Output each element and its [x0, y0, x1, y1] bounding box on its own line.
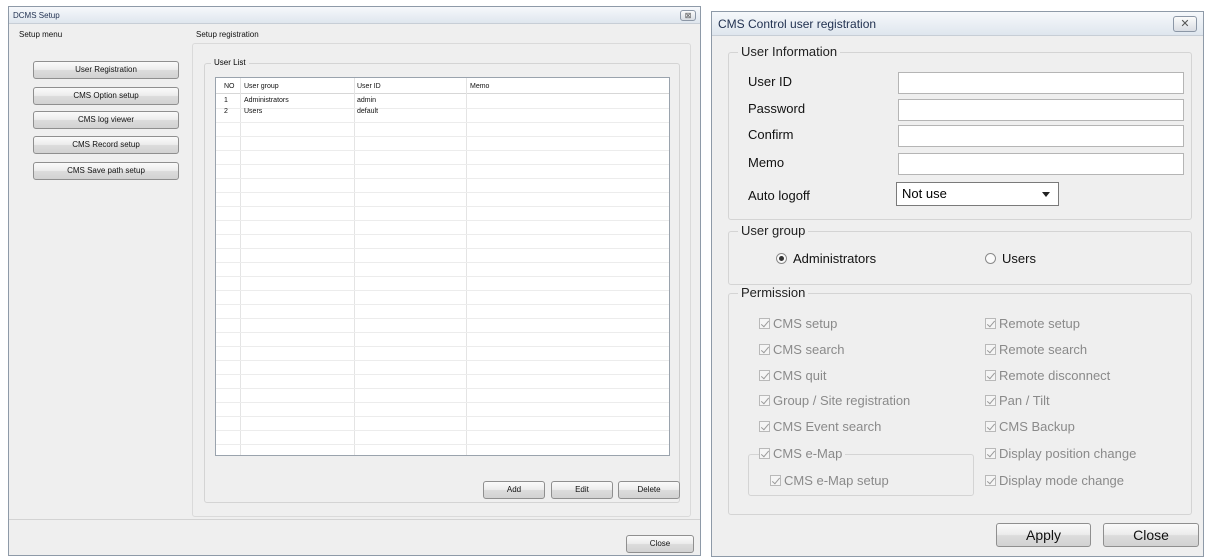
perm-label: Remote disconnect [999, 368, 1111, 383]
auto-logoff-value: Not use [902, 186, 947, 201]
checkbox-icon [759, 395, 770, 406]
perm-remote-setup: Remote setup [985, 316, 1080, 331]
cms-option-setup-button[interactable]: CMS Option setup [33, 87, 179, 105]
checkbox-icon [985, 344, 996, 355]
row-user-group: Administrators [244, 97, 289, 104]
perm-cms-setup: CMS setup [759, 316, 837, 331]
memo-field[interactable] [898, 153, 1184, 175]
apply-button[interactable]: Apply [996, 523, 1091, 547]
radio-unselected-icon [985, 253, 996, 264]
perm-label: Display mode change [999, 473, 1125, 488]
perm-cms-e-map: CMS e-Map [759, 446, 846, 461]
perm-group-site-registration: Group / Site registration [759, 393, 910, 408]
checkbox-icon [985, 448, 996, 459]
checkbox-icon [759, 344, 770, 355]
checkbox-icon [759, 370, 770, 381]
perm-pan-tilt: Pan / Tilt [985, 393, 1050, 408]
user-registration-button[interactable]: User Registration [33, 61, 179, 79]
perm-label: CMS setup [773, 316, 838, 331]
user-list-table: NO User group User ID Memo 1 Administrat… [215, 77, 670, 456]
row-no: 2 [224, 108, 228, 115]
cms-save-path-setup-button[interactable]: CMS Save path setup [33, 162, 179, 180]
dcms-setup-titlebar: DCMS Setup [9, 7, 700, 24]
close-button[interactable]: Close [626, 535, 694, 553]
column-header-memo[interactable]: Memo [470, 83, 489, 90]
permission-legend: Permission [738, 285, 809, 300]
perm-cms-event-search: CMS Event search [759, 419, 881, 434]
users-label: Users [1002, 251, 1036, 266]
user-group-legend: User group [738, 223, 809, 238]
user-id-label: User ID [748, 74, 793, 89]
row-user-id: default [357, 108, 379, 115]
perm-label: Pan / Tilt [999, 393, 1050, 408]
checkbox-icon [759, 448, 770, 459]
checkbox-icon [985, 370, 996, 381]
password-field[interactable] [898, 99, 1184, 121]
user-list-label: User List [211, 58, 249, 67]
checkbox-icon [985, 318, 996, 329]
user-id-field[interactable] [898, 72, 1184, 94]
close-icon[interactable]: ✕ [1173, 16, 1197, 32]
radio-selected-icon [776, 253, 787, 264]
auto-logoff-label: Auto logoff [748, 188, 810, 203]
memo-label: Memo [748, 155, 785, 170]
delete-button[interactable]: Delete [618, 481, 680, 499]
column-header-user-group[interactable]: User group [244, 83, 279, 90]
administrators-label: Administrators [793, 251, 877, 266]
administrators-radio[interactable]: Administrators [776, 251, 876, 266]
checkbox-icon [985, 475, 996, 486]
setup-menu-label: Setup menu [19, 30, 63, 39]
close-icon[interactable]: ⊠ [680, 10, 696, 21]
perm-label: CMS search [773, 342, 845, 357]
dcms-setup-window: DCMS Setup ⊠ Setup menu Setup registrati… [8, 6, 701, 556]
setup-registration-label: Setup registration [196, 30, 259, 39]
users-radio[interactable]: Users [985, 251, 1036, 266]
row-user-group: Users [244, 108, 263, 115]
perm-cms-e-map-setup: CMS e-Map setup [770, 473, 889, 488]
checkbox-icon [770, 475, 781, 486]
perm-label: CMS quit [773, 368, 827, 383]
row-user-id: admin [357, 97, 377, 104]
cms-record-setup-button[interactable]: CMS Record setup [33, 136, 179, 154]
password-label: Password [748, 101, 806, 116]
user-information-legend: User Information [738, 44, 841, 59]
dialog-title: CMS Control user registration [718, 17, 877, 31]
add-button[interactable]: Add [483, 481, 545, 499]
edit-button[interactable]: Edit [551, 481, 613, 499]
column-header-user-id[interactable]: User ID [357, 83, 381, 90]
perm-label: CMS e-Map setup [784, 473, 889, 488]
perm-label: CMS Backup [999, 419, 1075, 434]
perm-cms-search: CMS search [759, 342, 845, 357]
checkbox-icon [759, 421, 770, 432]
perm-label: Group / Site registration [773, 393, 911, 408]
user-registration-dialog: CMS Control user registration ✕ User Inf… [711, 11, 1204, 557]
cms-log-viewer-button[interactable]: CMS log viewer [33, 111, 179, 129]
column-header-no[interactable]: NO [224, 83, 235, 90]
dialog-titlebar: CMS Control user registration [712, 12, 1203, 36]
perm-remote-search: Remote search [985, 342, 1087, 357]
perm-display-mode-change: Display mode change [985, 473, 1124, 488]
checkbox-icon [985, 395, 996, 406]
close-button[interactable]: Close [1103, 523, 1199, 547]
perm-cms-backup: CMS Backup [985, 419, 1075, 434]
divider [9, 519, 700, 520]
perm-label: Remote search [999, 342, 1088, 357]
perm-display-position-change: Display position change [985, 446, 1136, 461]
perm-label: CMS Event search [773, 419, 882, 434]
auto-logoff-select[interactable]: Not use [896, 182, 1059, 206]
perm-remote-disconnect: Remote disconnect [985, 368, 1110, 383]
perm-label: Remote setup [999, 316, 1080, 331]
checkbox-icon [985, 421, 996, 432]
perm-cms-quit: CMS quit [759, 368, 826, 383]
table-header [216, 78, 669, 94]
chevron-down-icon [1042, 192, 1050, 197]
perm-label: CMS e-Map [773, 446, 843, 461]
confirm-label: Confirm [748, 127, 794, 142]
checkbox-icon [759, 318, 770, 329]
window-title: DCMS Setup [13, 11, 60, 20]
row-no: 1 [224, 97, 228, 104]
confirm-field[interactable] [898, 125, 1184, 147]
perm-label: Display position change [999, 446, 1137, 461]
